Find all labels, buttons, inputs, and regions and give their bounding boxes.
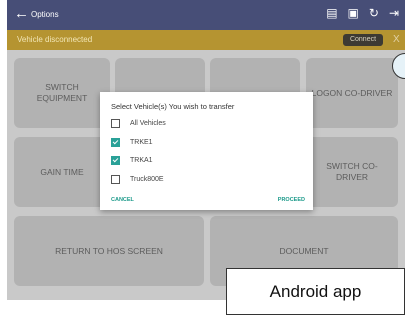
- switch-equipment-label: SWITCH EQUIPMENT: [36, 82, 88, 103]
- option-label: Truck800E: [130, 175, 164, 183]
- checkbox[interactable]: [111, 118, 120, 128]
- gain-time-button[interactable]: GAIN TIME: [14, 137, 110, 207]
- app-bar: ← Options ▤ ▣ ↻ ⇥: [7, 0, 405, 30]
- caption-text: Android app: [269, 281, 362, 301]
- option-label: All Vehicles: [130, 119, 166, 127]
- option-trka1[interactable]: TRKA1: [111, 155, 153, 165]
- option-label: TRKA1: [130, 156, 153, 164]
- option-truck800e[interactable]: Truck800E: [111, 174, 164, 184]
- switch-codriver-button[interactable]: SWITCH CO-DRIVER: [306, 137, 398, 207]
- option-all-vehicles[interactable]: All Vehicles: [111, 118, 166, 128]
- option-label: TRKE1: [130, 138, 153, 146]
- page-title: Options: [31, 10, 59, 19]
- return-hos-label: RETURN TO HOS SCREEN: [55, 245, 163, 256]
- caption-box: Android app: [226, 268, 405, 315]
- connection-status-bar: Vehicle disconnected Connect X: [7, 30, 405, 50]
- connect-button[interactable]: Connect: [343, 34, 383, 46]
- gain-time-label: GAIN TIME: [40, 166, 84, 177]
- message-icon[interactable]: ▤: [326, 7, 337, 19]
- close-icon[interactable]: X: [393, 34, 400, 45]
- logon-codriver-button[interactable]: LOGON CO-DRIVER: [306, 58, 398, 128]
- refresh-icon[interactable]: ↻: [369, 7, 379, 19]
- app-bar-actions: ▤ ▣ ↻ ⇥: [326, 7, 399, 19]
- logout-icon[interactable]: ⇥: [389, 7, 399, 19]
- proceed-button[interactable]: PROCEED: [278, 197, 305, 203]
- status-message: Vehicle disconnected: [17, 35, 93, 44]
- return-hos-button[interactable]: RETURN TO HOS SCREEN: [14, 216, 204, 286]
- option-trke1[interactable]: TRKE1: [111, 137, 153, 147]
- dialog-title: Select Vehicle(s) You wish to transfer: [111, 102, 235, 111]
- checkbox-checked[interactable]: [111, 155, 120, 165]
- checkbox-checked[interactable]: [111, 137, 120, 147]
- arrow-left-icon[interactable]: ←: [14, 6, 29, 21]
- vehicle-transfer-dialog: Select Vehicle(s) You wish to transfer A…: [100, 92, 313, 210]
- document-label: DOCUMENT: [279, 245, 329, 256]
- switch-codriver-label: SWITCH CO-DRIVER: [326, 161, 378, 182]
- logon-codriver-label: LOGON CO-DRIVER: [311, 87, 393, 98]
- switch-equipment-button[interactable]: SWITCH EQUIPMENT: [14, 58, 110, 128]
- monitor-icon[interactable]: ▣: [348, 7, 359, 19]
- cancel-button[interactable]: CANCEL: [111, 197, 134, 203]
- checkbox[interactable]: [111, 174, 120, 184]
